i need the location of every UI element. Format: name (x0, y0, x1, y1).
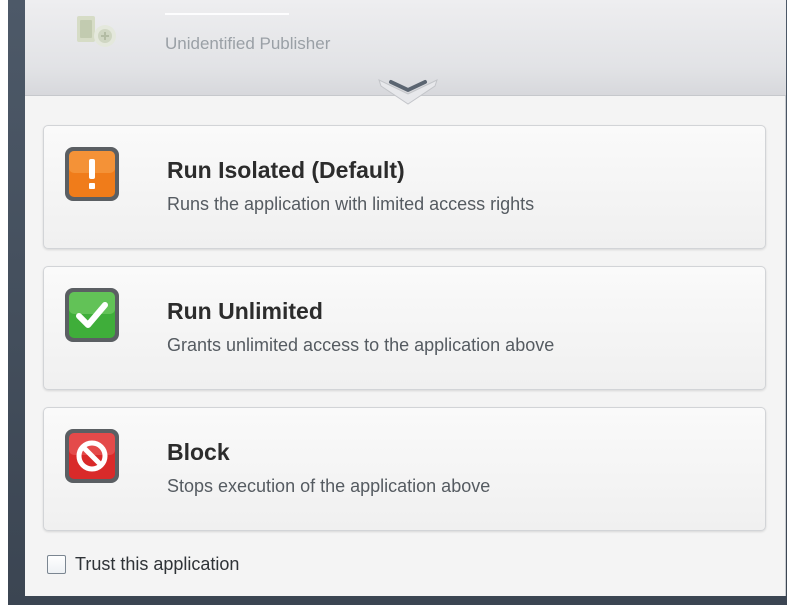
option-title: Run Unlimited (167, 298, 323, 324)
application-icon (77, 16, 116, 47)
trust-checkbox[interactable] (47, 555, 66, 574)
trust-application-toggle[interactable]: Trust this application (47, 554, 239, 575)
block-icon (65, 429, 119, 483)
trust-checkbox-label: Trust this application (75, 554, 240, 574)
run-isolated-option[interactable]: Run Isolated (Default) Runs the applicat… (43, 125, 766, 249)
publisher-label: Unidentified Publisher (165, 34, 331, 53)
run-unlimited-option[interactable]: Run Unlimited Grants unlimited access to… (43, 266, 766, 390)
chevron-down-icon[interactable] (377, 78, 439, 106)
option-title: Block (167, 439, 230, 465)
block-option[interactable]: Block Stops execution of the application… (43, 407, 766, 531)
option-title: Run Isolated (Default) (167, 157, 405, 183)
checkmark-icon (65, 288, 119, 342)
application-name-line (165, 13, 289, 15)
dialog-header: Unidentified Publisher (25, 0, 786, 105)
option-description: Stops execution of the application above (167, 476, 491, 496)
option-description: Grants unlimited access to the applicati… (167, 335, 555, 355)
warning-icon (65, 147, 119, 201)
alert-dialog: Unidentified Publisher Run Isolated (Def… (25, 0, 786, 596)
option-description: Runs the application with limited access… (167, 194, 535, 214)
